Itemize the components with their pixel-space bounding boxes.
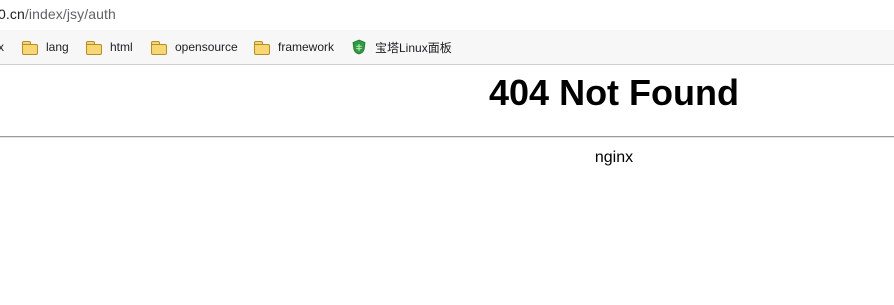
divider: [0, 136, 894, 138]
folder-icon: [151, 40, 167, 55]
url-text[interactable]: 0.cn/index/jsy/auth: [0, 6, 116, 22]
bookmark-label: lang: [46, 40, 69, 54]
bookmark-label: opensource: [175, 40, 238, 54]
address-bar[interactable]: 0.cn/index/jsy/auth: [0, 0, 894, 30]
url-host: 0.cn: [0, 6, 25, 22]
folder-icon: [22, 40, 38, 55]
bookmark-lang[interactable]: lang: [22, 38, 69, 56]
bookmark-opensource[interactable]: opensource: [151, 38, 238, 56]
bookmark-bt-panel[interactable]: 宝塔Linux面板: [351, 38, 452, 56]
bookmark-label: 宝塔Linux面板: [375, 40, 452, 55]
bookmark-label: html: [110, 40, 133, 54]
bookmark-partial[interactable]: x: [0, 38, 4, 56]
page-title: 404 Not Found: [489, 72, 739, 113]
bookmarks-bar: x lang html opensource framework 宝塔Linux…: [0, 30, 894, 65]
server-signature: nginx: [594, 149, 634, 166]
bookmark-html[interactable]: html: [86, 38, 133, 56]
bookmark-label: x: [0, 40, 4, 54]
url-path: /index/jsy/auth: [24, 6, 116, 22]
bookmark-label: framework: [278, 40, 335, 54]
shield-icon: [352, 39, 366, 55]
browser-window: 0.cn/index/jsy/auth x lang html opensour…: [0, 0, 894, 305]
folder-icon: [254, 40, 270, 55]
bookmark-framework[interactable]: framework: [254, 38, 334, 56]
folder-icon: [86, 40, 102, 55]
